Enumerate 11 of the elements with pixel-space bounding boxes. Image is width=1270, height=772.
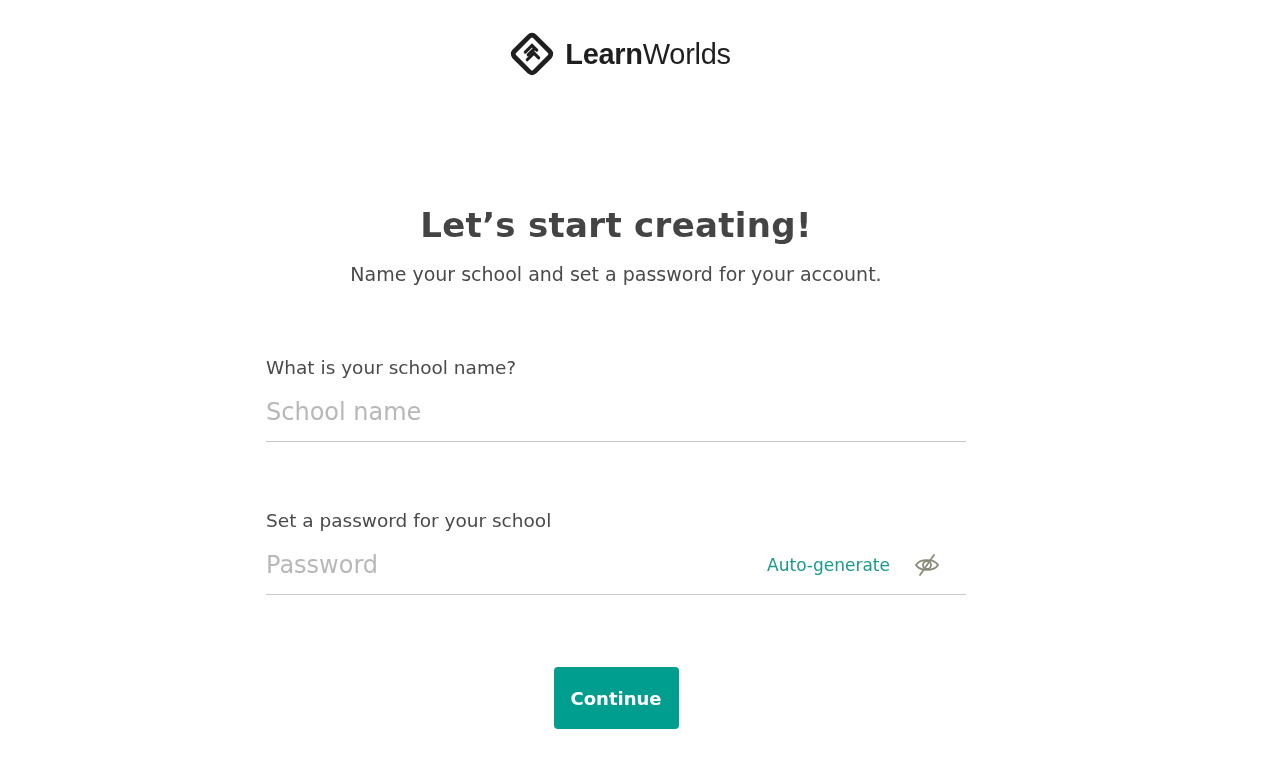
- eye-slash-icon[interactable]: [914, 554, 940, 576]
- password-field[interactable]: Password: [266, 549, 744, 581]
- continue-button[interactable]: Continue: [553, 667, 679, 729]
- logo-diamond-icon: [509, 31, 556, 77]
- page-subtitle: Name your school and set a password for your account.: [350, 263, 882, 285]
- auto-generate-link[interactable]: Auto-generate: [767, 555, 890, 575]
- page-heading: Let’s start creating!: [420, 205, 812, 245]
- field-label: Set a password for your school: [266, 510, 553, 531]
- logo-wordmark: LearnWorlds: [565, 37, 731, 71]
- field-label: What is your school name?: [266, 357, 518, 378]
- school-name-field[interactable]: School name: [266, 396, 940, 428]
